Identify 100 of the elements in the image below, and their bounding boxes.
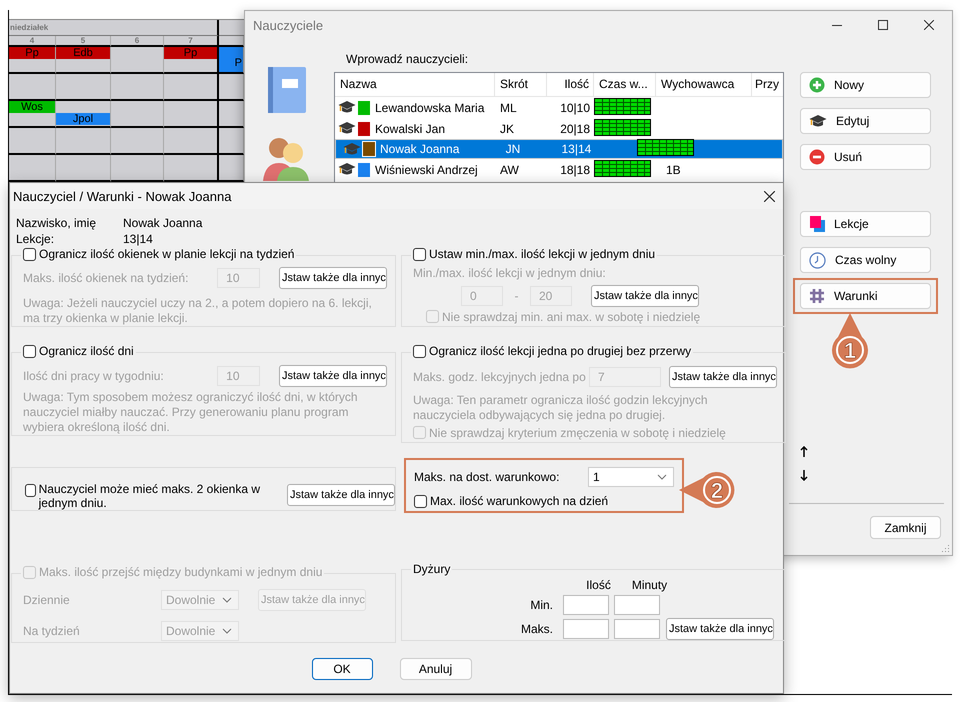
timetable-cell[interactable] [164, 74, 219, 101]
dropdown[interactable]: 1 [588, 467, 674, 487]
availability-grid [594, 160, 651, 176]
field-label: Maks. [520, 622, 554, 636]
column-header[interactable]: Czas w... [594, 73, 656, 96]
lesson-block[interactable]: Jpol [56, 113, 110, 125]
arrow-up-icon[interactable] [800, 446, 808, 457]
checkbox-label: Max. ilość warunkowych na dzień [430, 494, 608, 508]
availability-grid [594, 98, 651, 114]
field-label: Min. [529, 598, 554, 612]
graduation-cap-icon [338, 100, 356, 115]
column-header[interactable]: Skrót [495, 73, 547, 96]
field-label: Ilość dni pracy w tygodniu: [23, 368, 165, 382]
action-button[interactable]: Czas wolny [800, 247, 931, 273]
table-row[interactable]: Wiśniewski Andrzej AW 18|18 1B [335, 159, 783, 180]
chevron-down-icon [222, 596, 232, 602]
lesson-block[interactable]: Wos [9, 101, 55, 113]
action-button[interactable]: Usuń [800, 144, 931, 170]
timetable-cell[interactable] [56, 74, 111, 101]
table-cell-text: 18|18 [559, 162, 591, 176]
graduation-cap-icon [338, 162, 356, 177]
people-icon[interactable] [262, 135, 310, 181]
chevron-down-icon [222, 628, 232, 634]
checkbox-label: Ustaw min./max. ilość lekcji w jednym dniu [429, 247, 656, 261]
range-separator: - [514, 288, 520, 302]
field-label: Maks. godz. lekcyjnych jedna po [413, 370, 587, 384]
table-cell: Kowalski Jan [375, 122, 446, 136]
column-header[interactable]: Ilość [547, 73, 594, 96]
period-number: 6 [111, 36, 164, 47]
graduation-cap-icon [338, 121, 356, 136]
info-label: Lekcje: [16, 232, 56, 246]
table-cell-text: ML [499, 100, 518, 114]
timetable-cell[interactable] [164, 128, 219, 155]
column-header: Minuty [630, 578, 668, 592]
note-text: Uwaga: Tym sposobem możesz ograniczyć ilość dni, w których nauczyciel miałby nauczać. Przy generowaniu planu program wybiera określoną ilość dni. [23, 390, 359, 434]
apply-to-others-button[interactable]: Jstaw także dla innyc [666, 618, 774, 640]
maximize-icon[interactable] [878, 20, 888, 30]
number-field[interactable] [563, 595, 609, 615]
checkbox-label: Nie sprawdzaj kryterium zmęczenia w sobotę i niedzielę [429, 426, 726, 440]
clock-icon [809, 252, 826, 268]
table-cell: Wiśniewski Andrzej [375, 162, 478, 176]
close-icon[interactable] [764, 190, 775, 202]
checkbox[interactable] [23, 248, 36, 260]
table-cell: Lewandowska Maria [375, 100, 484, 114]
apply-to-others-button[interactable]: Jstaw także dla innyc [279, 266, 387, 288]
timetable-cell[interactable] [9, 128, 56, 155]
timetable-cell[interactable] [164, 101, 219, 128]
apply-to-others-button[interactable]: Jstaw także dla innyc [287, 484, 395, 506]
table-row[interactable]: Lewandowska Maria ML 10|10 [335, 97, 783, 118]
column-header[interactable]: Przy [752, 73, 783, 96]
apply-to-others-button[interactable]: Jstaw także dla innyc [591, 284, 699, 306]
table-row[interactable]: Kowalski Jan JK 20|18 [335, 118, 783, 139]
arrow-down-icon[interactable] [800, 470, 808, 481]
checkbox[interactable] [25, 484, 36, 497]
info-label: Nazwisko, imię [16, 216, 98, 230]
number-field[interactable] [614, 595, 660, 615]
graduation-cap-icon [809, 114, 827, 128]
table-cell-text: 20|18 [559, 122, 591, 136]
action-button[interactable]: Lekcje [800, 211, 931, 237]
checkbox[interactable] [413, 248, 426, 260]
timetable-cell[interactable] [111, 128, 164, 155]
squares-icon [809, 216, 825, 232]
checkbox-label: Ogranicz ilość dni [39, 344, 134, 358]
timetable-cell[interactable]: Jpol [56, 101, 111, 128]
column-header[interactable]: Nazwa [335, 73, 495, 96]
minimize-icon[interactable] [832, 24, 842, 26]
checkbox[interactable] [413, 344, 426, 358]
field-label: Na tydzień [23, 624, 81, 638]
column-header[interactable]: Wychowawca [656, 73, 752, 96]
close-button[interactable]: Zamknij [870, 516, 941, 539]
timetable-cell[interactable] [111, 74, 164, 101]
resize-grip-icon[interactable] [941, 544, 950, 553]
info-value: 13|14 [122, 232, 154, 246]
number-field[interactable] [614, 619, 660, 639]
checkbox[interactable] [414, 494, 427, 508]
action-button[interactable]: Edytuj [800, 108, 931, 134]
table-cell-text: AW [499, 162, 520, 176]
number-field[interactable] [563, 619, 609, 639]
checkbox-label: Ogranicz ilość okienek w planie lekcji na tydzień [39, 247, 294, 261]
info-value: Nowak Joanna [122, 216, 204, 230]
list-label: Wprowadź nauczycieli: [346, 51, 470, 67]
group-title: Dyżury [413, 562, 450, 576]
table-cell-text: 10|10 [559, 100, 591, 114]
timetable-cell[interactable]: Wos [9, 101, 56, 128]
close-icon[interactable] [924, 20, 934, 30]
ok-button[interactable]: OK [312, 658, 372, 680]
apply-to-others-button[interactable]: Jstaw także dla innyc [669, 366, 777, 388]
action-button[interactable]: Warunki [800, 283, 931, 309]
cancel-button[interactable]: Anuluj [400, 658, 472, 680]
action-button[interactable]: Nowy [800, 72, 931, 98]
table-row[interactable]: Nowak Joanna JN 13|14 [335, 139, 783, 159]
checkbox[interactable] [23, 344, 36, 358]
timetable-cell[interactable] [56, 128, 111, 155]
availability-grid [594, 118, 651, 136]
table-cell-text: 13|14 [562, 142, 592, 156]
book-icon[interactable] [268, 67, 306, 113]
timetable-cell[interactable] [111, 101, 164, 128]
callout-badge: 2 [679, 470, 737, 510]
apply-to-others-button[interactable]: Jstaw także dla innyc [279, 364, 387, 386]
day-header: niedziałek [9, 20, 219, 36]
